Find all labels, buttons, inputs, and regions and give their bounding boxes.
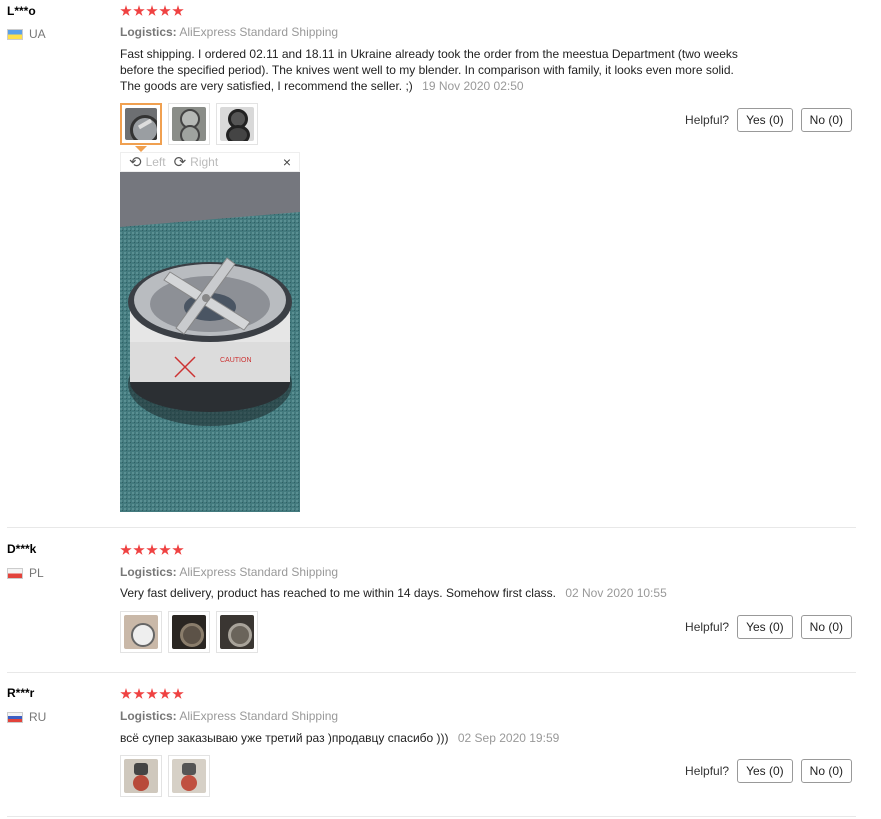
rotate-right-icon: ⟳	[173, 154, 187, 171]
review-photos	[120, 611, 258, 653]
reviewer-country: RU	[7, 710, 46, 724]
star-rating	[120, 5, 184, 17]
review-text: Fast shipping. I ordered 02.11 and 18.11…	[120, 46, 750, 94]
helpful-label: Helpful?	[685, 764, 730, 778]
logistics-label: Logistics:	[120, 709, 177, 723]
rotate-right-label: Right	[190, 155, 219, 169]
logistics-label: Logistics:	[120, 565, 177, 579]
star-icon	[172, 544, 184, 555]
logistics-label: Logistics:	[120, 25, 177, 39]
star-icon	[159, 5, 171, 16]
logistics-value: AliExpress Standard Shipping	[179, 565, 339, 579]
reviewer-country: PL	[7, 566, 44, 580]
review-date: 02 Nov 2020 10:55	[565, 586, 667, 600]
review-date: 02 Sep 2020 19:59	[457, 731, 560, 745]
star-icon	[146, 688, 158, 699]
star-icon	[146, 544, 158, 555]
reviewer-name: D***k	[7, 542, 37, 556]
helpful-yes-button[interactable]: Yes (0)	[737, 615, 793, 639]
review-divider	[7, 816, 856, 817]
helpful-no-button[interactable]: No (0)	[800, 615, 852, 639]
logistics-info: Logistics: AliExpress Standard Shipping	[120, 25, 338, 39]
helpful-label: Helpful?	[685, 113, 730, 127]
rotate-left-label: Left	[145, 155, 166, 169]
star-icon	[172, 688, 184, 699]
star-icon	[159, 688, 171, 699]
ukraine-flag-icon	[7, 28, 23, 40]
review-text: Very fast delivery, product has reached …	[120, 585, 750, 601]
star-icon	[120, 5, 132, 16]
rotate-left-icon: ⟲	[129, 154, 142, 171]
star-rating	[120, 544, 184, 556]
star-icon	[120, 688, 132, 699]
logistics-info: Logistics: AliExpress Standard Shipping	[120, 709, 338, 723]
star-icon	[172, 5, 184, 16]
enlarged-review-photo: CAUTION	[120, 172, 300, 512]
star-rating	[120, 688, 184, 700]
reviewer-name: R***r	[7, 686, 35, 700]
photo-thumbnail[interactable]	[216, 103, 258, 145]
star-icon	[159, 544, 171, 555]
photo-thumbnail[interactable]	[120, 755, 162, 797]
review-photos	[120, 755, 210, 797]
helpful-votes: Helpful? Yes (0) No (0)	[685, 759, 852, 783]
rotate-left-button[interactable]: ⟲ Left	[129, 153, 166, 171]
poland-flag-icon	[7, 567, 23, 579]
rotate-right-button[interactable]: ⟳ Right	[174, 153, 219, 171]
star-icon	[146, 5, 158, 16]
helpful-votes: Helpful? Yes (0) No (0)	[685, 615, 852, 639]
star-icon	[120, 544, 132, 555]
logistics-info: Logistics: AliExpress Standard Shipping	[120, 565, 338, 579]
photo-thumbnail[interactable]	[168, 755, 210, 797]
country-code: UA	[29, 27, 46, 41]
logistics-value: AliExpress Standard Shipping	[179, 709, 339, 723]
star-icon	[133, 688, 145, 699]
logistics-value: AliExpress Standard Shipping	[179, 25, 339, 39]
review-divider	[7, 672, 856, 673]
reviewer-name: L***o	[7, 4, 36, 18]
helpful-label: Helpful?	[685, 620, 730, 634]
helpful-no-button[interactable]: No (0)	[800, 759, 852, 783]
photo-viewer-toolbar: ⟲ Left ⟳ Right ×	[120, 152, 300, 172]
caution-label-text: CAUTION	[220, 357, 252, 364]
russia-flag-icon	[7, 711, 23, 723]
country-code: PL	[29, 566, 44, 580]
review-divider	[7, 527, 856, 528]
review-photos	[120, 103, 258, 145]
blender-blade-photo: CAUTION	[120, 172, 300, 512]
photo-thumbnail[interactable]	[120, 611, 162, 653]
review-body: Very fast delivery, product has reached …	[120, 586, 556, 600]
helpful-yes-button[interactable]: Yes (0)	[737, 108, 793, 132]
reviewer-country: UA	[7, 27, 46, 41]
review-body: всё супер заказываю уже третий раз )прод…	[120, 731, 449, 745]
helpful-votes: Helpful? Yes (0) No (0)	[685, 108, 852, 132]
close-icon[interactable]: ×	[283, 154, 291, 170]
photo-thumbnail-selected[interactable]	[120, 103, 162, 145]
star-icon	[133, 5, 145, 16]
helpful-no-button[interactable]: No (0)	[800, 108, 852, 132]
star-icon	[133, 544, 145, 555]
helpful-yes-button[interactable]: Yes (0)	[737, 759, 793, 783]
review-text: всё супер заказываю уже третий раз )прод…	[120, 730, 750, 746]
photo-thumbnail[interactable]	[168, 103, 210, 145]
review-date: 19 Nov 2020 02:50	[422, 79, 524, 93]
photo-thumbnail[interactable]	[168, 611, 210, 653]
country-code: RU	[29, 710, 47, 724]
photo-thumbnail[interactable]	[216, 611, 258, 653]
